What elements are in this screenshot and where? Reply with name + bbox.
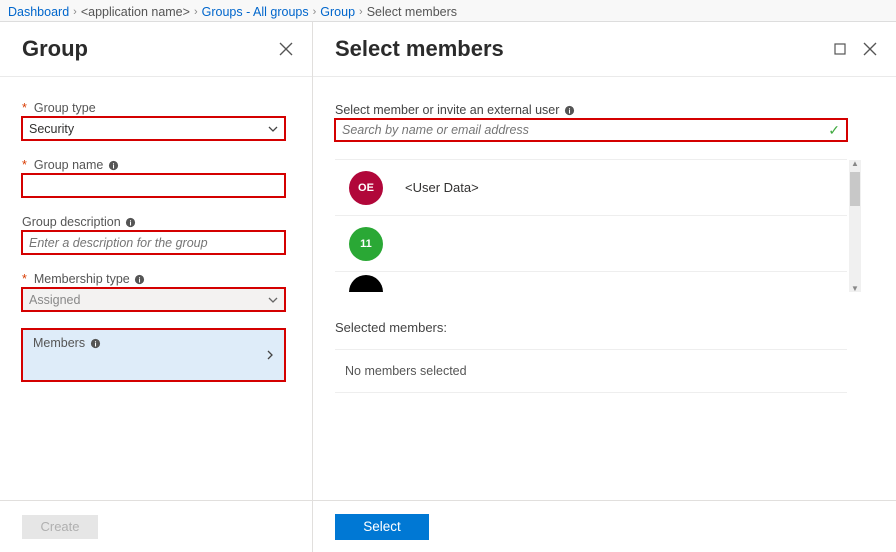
- select-members-body: Select member or invite an external user…: [313, 77, 896, 500]
- info-icon[interactable]: i: [125, 216, 137, 228]
- group-type-value: Security: [29, 122, 74, 136]
- membership-type-label: * Membership type i: [22, 272, 290, 286]
- select-members-footer: Select: [313, 500, 896, 552]
- search-label: Select member or invite an external user…: [335, 103, 874, 117]
- breadcrumb: Dashboard › <application name> › Groups …: [0, 0, 896, 22]
- user-row[interactable]: 11: [335, 216, 847, 272]
- membership-type-value: Assigned: [29, 293, 80, 307]
- chevron-right-icon: ›: [73, 6, 77, 18]
- scroll-down-icon[interactable]: ▼: [851, 284, 859, 293]
- chevron-right-icon: ›: [313, 6, 317, 18]
- close-icon[interactable]: [278, 41, 294, 57]
- group-panel: Group * Group type Security *: [0, 22, 313, 552]
- user-row[interactable]: [335, 272, 847, 292]
- selected-members-header: Selected members:: [335, 320, 874, 335]
- scroll-thumb[interactable]: [850, 172, 860, 206]
- breadcrumb-current: Select members: [367, 5, 457, 19]
- group-panel-title: Group: [22, 36, 88, 62]
- group-description-label-text: Group description: [22, 215, 121, 229]
- user-list: OE <User Data> 11 ▲ ▼: [335, 159, 847, 292]
- breadcrumb-app: <application name>: [81, 5, 190, 19]
- required-icon: *: [22, 272, 27, 286]
- group-type-label: * Group type: [22, 101, 290, 115]
- chevron-down-icon: [268, 122, 278, 136]
- group-name-label: * Group name i: [22, 158, 290, 172]
- chevron-right-icon: ›: [359, 6, 363, 18]
- search-label-text: Select member or invite an external user: [335, 103, 559, 117]
- chevron-right-icon: ›: [194, 6, 198, 18]
- select-button[interactable]: Select: [335, 514, 429, 540]
- members-label: Members: [33, 336, 85, 350]
- membership-type-select[interactable]: Assigned: [22, 288, 285, 311]
- group-panel-header: Group: [0, 22, 312, 77]
- info-icon[interactable]: i: [563, 104, 575, 116]
- restore-window-icon[interactable]: [832, 41, 848, 57]
- info-icon[interactable]: i: [107, 159, 119, 171]
- breadcrumb-dashboard[interactable]: Dashboard: [8, 5, 69, 19]
- group-type-label-text: Group type: [34, 101, 96, 115]
- select-members-panel: Select members Select member or invite a…: [313, 22, 896, 552]
- user-row[interactable]: OE <User Data>: [335, 160, 847, 216]
- breadcrumb-group[interactable]: Group: [320, 5, 355, 19]
- scrollbar[interactable]: ▲ ▼: [849, 160, 861, 292]
- svg-text:i: i: [130, 218, 132, 227]
- group-panel-footer: Create: [0, 500, 312, 552]
- selected-members-box: No members selected: [335, 349, 847, 393]
- info-icon: i: [89, 337, 101, 349]
- select-members-header: Select members: [313, 22, 896, 77]
- chevron-right-icon: [267, 347, 274, 363]
- required-icon: *: [22, 101, 27, 115]
- user-name: <User Data>: [405, 180, 479, 195]
- svg-text:i: i: [139, 275, 141, 284]
- checkmark-icon: ✓: [828, 122, 840, 139]
- required-icon: *: [22, 158, 27, 172]
- group-name-label-text: Group name: [34, 158, 103, 172]
- scroll-up-icon[interactable]: ▲: [851, 159, 859, 168]
- select-members-title: Select members: [335, 36, 504, 62]
- close-icon[interactable]: [862, 41, 878, 57]
- search-input[interactable]: [342, 123, 828, 137]
- group-name-input[interactable]: [22, 174, 285, 197]
- group-description-label: Group description i: [22, 215, 290, 229]
- info-icon[interactable]: i: [134, 273, 146, 285]
- members-tile[interactable]: Members i: [22, 329, 285, 381]
- group-description-input[interactable]: [22, 231, 285, 254]
- svg-text:i: i: [94, 339, 96, 348]
- create-button[interactable]: Create: [22, 515, 98, 539]
- breadcrumb-groups[interactable]: Groups - All groups: [202, 5, 309, 19]
- avatar: OE: [349, 171, 383, 205]
- svg-text:i: i: [568, 106, 570, 115]
- membership-type-label-text: Membership type: [34, 272, 130, 286]
- group-form: * Group type Security * Group name i: [0, 77, 312, 500]
- svg-text:i: i: [112, 161, 114, 170]
- group-type-select[interactable]: Security: [22, 117, 285, 140]
- chevron-down-icon: [268, 293, 278, 307]
- avatar: [349, 275, 383, 292]
- avatar: 11: [349, 227, 383, 261]
- search-input-wrap[interactable]: ✓: [335, 119, 847, 141]
